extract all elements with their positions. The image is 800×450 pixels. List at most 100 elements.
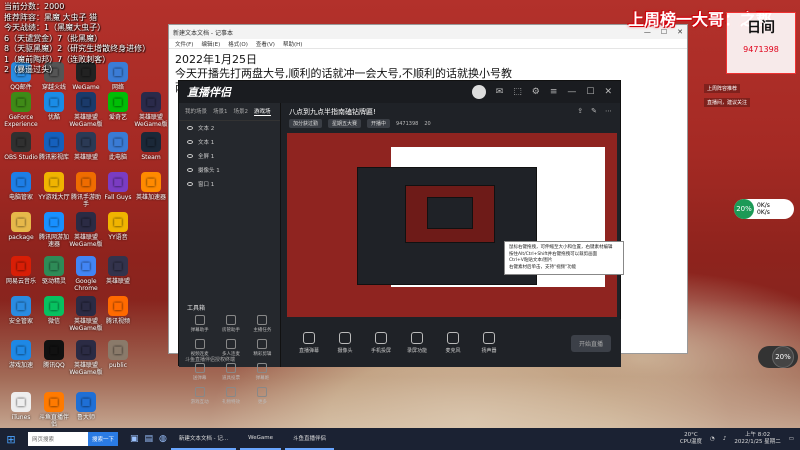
control-button[interactable]: 录屏功能 [399, 332, 435, 354]
desktop-icon[interactable]: ■ 此电脑 [101, 132, 135, 161]
task-view-icon[interactable]: ▣ [130, 434, 139, 444]
minimize-icon[interactable]: — [567, 87, 576, 97]
desktop-icon[interactable]: ■ 英雄联盟WeGame版 [134, 92, 168, 128]
toolbox-item[interactable]: 游戏互动 [185, 387, 214, 405]
desktop-icon[interactable]: ■ YY游戏大厅 [37, 172, 71, 201]
scene-tab[interactable]: 场景2 [234, 107, 249, 116]
stream-preview[interactable] [287, 133, 617, 317]
toolbox-item[interactable]: 房管助手 [216, 315, 245, 333]
room-title[interactable]: 八点到九点半指南磕钻牌匾! [289, 107, 376, 117]
toolbox-item[interactable]: 道具投票 [216, 363, 245, 381]
desktop-icon[interactable]: ■ Google Chrome [69, 256, 103, 292]
speed-ball-widget[interactable]: 20% 0K/s 0K/s [734, 199, 794, 219]
menu-icon[interactable]: ≡ [550, 87, 558, 97]
toolbox-item[interactable]: 多人连麦 [216, 339, 245, 357]
desktop-icon[interactable]: ■ 英雄联盟 [69, 132, 103, 161]
source-item[interactable]: 文本 1 [179, 135, 280, 149]
control-button[interactable]: 扬声器 [471, 332, 507, 354]
gift-icon[interactable]: ⬚ [513, 87, 522, 97]
desktop-icon[interactable]: ■ 英雄联盟WeGame版 [69, 92, 103, 128]
desktop-icon[interactable]: ■ 腾讯QQ [37, 340, 71, 369]
toolbox-item[interactable]: 弹幕姬 [248, 363, 277, 381]
room-pill[interactable]: 开播中 [367, 119, 391, 128]
close-icon[interactable]: ✕ [604, 87, 612, 97]
notepad-titlebar[interactable]: 新建文本文档 - 记事本 — ☐ ✕ [169, 25, 687, 39]
eye-icon[interactable] [187, 126, 193, 130]
eye-icon[interactable] [187, 140, 193, 144]
source-item[interactable]: 摄像头 1 [179, 163, 280, 177]
desktop-icon[interactable]: ■ 驱动精灵 [37, 256, 71, 285]
desktop-icon[interactable]: ■ 爱奇艺 [101, 92, 135, 121]
desktop-icon[interactable]: ■ Fall Guys [101, 172, 135, 201]
start-stream-button[interactable]: 开始直播 [570, 334, 611, 352]
taskbar-task[interactable]: WeGame [240, 428, 282, 450]
eye-icon[interactable] [187, 168, 193, 172]
menu-item[interactable]: 文件(F) [175, 40, 193, 48]
desktop-icon[interactable]: ■ 网易云音乐 [4, 256, 38, 285]
network-icon[interactable]: ◔ [710, 436, 715, 442]
share-icon[interactable]: ⇪ [577, 107, 583, 115]
toolbox-item[interactable]: 礼物特效 [216, 387, 245, 405]
toolbox-item[interactable]: 弹幕助手 [185, 315, 214, 333]
source-item[interactable]: 全屏 1 [179, 149, 280, 163]
avatar[interactable] [471, 85, 486, 99]
toolbox-item[interactable]: 主播任务 [248, 315, 277, 333]
maximize-icon[interactable]: ☐ [586, 87, 594, 97]
room-pill[interactable]: 加分获过勤 [289, 119, 323, 128]
desktop-icon[interactable]: ■ 腾讯视频 [101, 296, 135, 325]
desktop-icon[interactable]: ■ 安全管家 [4, 296, 38, 325]
panel-link[interactable]: 直播间，建议关注 [704, 98, 751, 107]
eye-icon[interactable] [187, 182, 193, 186]
clock[interactable]: 上午 8:02 2022/1/25 星期二 [734, 432, 780, 446]
menu-item[interactable]: 格式(O) [228, 40, 248, 48]
desktop-icon[interactable]: ■ package [4, 212, 38, 241]
source-item[interactable]: 文本 2 [179, 121, 280, 135]
control-button[interactable]: 手机投屏 [363, 332, 399, 354]
desktop-icon[interactable]: ■ 游戏加速 [4, 340, 38, 369]
toolbox-item[interactable]: 视频连麦 [185, 339, 214, 357]
desktop-icon[interactable]: ■ YY语音 [101, 212, 135, 241]
stream-app-window[interactable]: 直播伴侣 ✉ ⬚ ⚙ ≡ — ☐ ✕ 我的场景 场景1 场景2 游戏场 文本 2 文本 … [178, 80, 621, 405]
search-button[interactable]: 搜索一下 [88, 432, 119, 446]
desktop-icon[interactable]: ■ 腾讯手游助手 [69, 172, 103, 208]
scene-tab[interactable]: 场景1 [213, 107, 228, 116]
edit-icon[interactable]: ✎ [591, 107, 597, 115]
desktop-icon[interactable]: ■ 斗鱼直播伴侣 [37, 392, 71, 428]
windows-start-icon[interactable]: ⊞ [0, 428, 22, 450]
search-input[interactable]: 网页搜索 [28, 432, 88, 446]
notification-icon[interactable]: ▭ [789, 436, 794, 442]
desktop-icon[interactable]: ■ 腾讯影视库 [37, 132, 71, 161]
desktop-icon[interactable]: ■ Steam [134, 132, 168, 161]
taskbar-task[interactable]: 新建文本文档 - 记... [170, 428, 237, 450]
desktop-icon[interactable]: ■ GeForce Experience [4, 92, 38, 128]
desktop-icon[interactable]: ■ OBS Studio [4, 132, 38, 161]
mail-icon[interactable]: ✉ [496, 87, 504, 97]
control-button[interactable]: 麦克风 [435, 332, 471, 354]
eye-icon[interactable] [187, 154, 193, 158]
desktop-icon[interactable]: ■ 英雄联盟WeGame版 [69, 296, 103, 332]
explorer-icon[interactable]: ▤ [145, 434, 154, 444]
desktop-icon[interactable]: ■ 英雄加速器 [134, 172, 168, 201]
desktop-icon[interactable]: ■ public [101, 340, 135, 369]
memory-ball-widget[interactable]: 20% [758, 346, 798, 368]
control-button[interactable]: 直播弹幕 [291, 332, 327, 354]
desktop-icon[interactable]: ■ 英雄联盟WeGame版 [69, 340, 103, 376]
more-icon[interactable]: ⋯ [605, 107, 612, 115]
taskbar-task[interactable]: 斗鱼直播伴侣 [285, 428, 335, 450]
desktop-icon[interactable]: ■ 微信 [37, 296, 71, 325]
room-pill[interactable]: 星期五大赛 [328, 119, 362, 128]
volume-icon[interactable]: ♪ [723, 436, 727, 442]
desktop-icon[interactable]: ■ 英雄联盟 [101, 256, 135, 285]
toolbox-item[interactable]: 更多 [248, 387, 277, 405]
desktop-icon[interactable]: ■ 优酷 [37, 92, 71, 121]
browser-icon[interactable]: ◍ [159, 434, 167, 444]
menu-item[interactable]: 编辑(E) [201, 40, 220, 48]
control-button[interactable]: 摄像头 [327, 332, 363, 354]
desktop-icon[interactable]: ■ 腾讯网游加速器 [37, 212, 71, 248]
menu-item[interactable]: 帮助(H) [283, 40, 302, 48]
scene-tab[interactable]: 我的场景 [185, 107, 207, 116]
menu-item[interactable]: 查看(V) [256, 40, 275, 48]
scene-tab[interactable]: 游戏场 [254, 107, 271, 116]
desktop-icon[interactable]: ■ 英雄联盟WeGame版 [69, 212, 103, 248]
desktop-icon[interactable]: ■ 电脑管家 [4, 172, 38, 201]
